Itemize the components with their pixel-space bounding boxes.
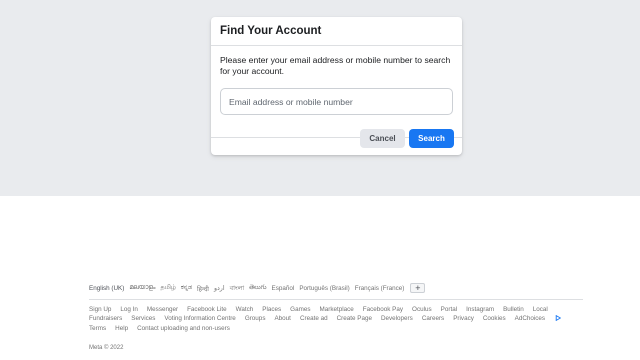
language-link[interactable]: English (UK) [89,285,124,292]
footer-divider [89,299,583,300]
language-link[interactable]: हिन्दी [197,284,209,293]
page-footer: English (UK) മലയാളം தமிழ் ಕನ್ನಡ हिन्दी ا… [89,281,583,351]
footer-link[interactable]: Messenger [147,305,178,314]
footer-link[interactable]: Local [533,305,548,314]
footer-link[interactable]: Create ad [300,314,328,323]
footer-link[interactable]: Groups [245,314,266,323]
language-list: English (UK) മലയാളം தமிழ் ಕನ್ನಡ हिन्दी ا… [89,281,583,295]
footer-link[interactable]: Fundraisers [89,314,122,323]
footer-link[interactable]: Instagram [466,305,494,314]
language-link[interactable]: Français (France) [355,285,405,292]
language-link[interactable]: ಕನ್ನಡ [181,284,192,292]
dialog-header: Find Your Account [211,17,462,46]
footer-link[interactable]: Privacy [453,314,474,323]
email-or-phone-input[interactable] [220,88,453,115]
language-link[interactable]: తెలుగు [249,284,266,293]
language-link[interactable]: Español [272,285,295,292]
footer-link[interactable]: Contact uploading and non-users [137,324,230,333]
footer-link[interactable]: Watch [236,305,254,314]
footer-link[interactable]: Oculus [412,305,432,314]
dialog-title: Find Your Account [220,25,322,37]
language-link[interactable]: தமிழ் [160,284,175,292]
dialog-instructions: Please enter your email address or mobil… [220,55,451,76]
language-link[interactable]: اردو [214,285,225,292]
footer-link[interactable]: Services [131,314,155,323]
adchoices-link[interactable]: AdChoices [514,314,562,323]
find-account-dialog: Find Your Account Please enter your emai… [211,17,462,155]
search-button[interactable]: Search [409,129,454,148]
footer-link[interactable]: Facebook Lite [187,305,227,314]
footer-link[interactable]: Help [115,324,128,333]
footer-link[interactable]: Voting Information Centre [164,314,235,323]
footer-link[interactable]: Developers [381,314,413,323]
footer-link[interactable]: About [274,314,290,323]
footer-link[interactable]: Places [262,305,281,314]
language-link[interactable]: বাংলা [230,283,245,294]
language-link[interactable]: മലയാളം [129,284,155,292]
footer-link[interactable]: Cookies [483,314,506,323]
footer-link[interactable]: Portal [441,305,457,314]
footer-link[interactable]: Bulletin [503,305,524,314]
footer-link[interactable]: Games [290,305,310,314]
footer-link[interactable]: Create Page [337,314,372,323]
footer-link[interactable]: Marketplace [319,305,353,314]
dialog-body: Please enter your email address or mobil… [211,46,462,138]
footer-link[interactable]: Facebook Pay [363,305,403,314]
adchoices-icon [555,315,562,322]
adchoices-label: AdChoices [514,315,546,323]
footer-link[interactable]: Terms [89,324,106,333]
footer-link[interactable]: Log In [120,305,138,314]
footer-links: Sign Up Log In Messenger Facebook Lite W… [89,305,583,333]
more-languages-button[interactable]: + [410,283,426,293]
copyright: Meta © 2022 [89,345,124,352]
cancel-button[interactable]: Cancel [360,129,405,148]
plus-icon: + [415,283,421,293]
footer-link[interactable]: Careers [422,314,444,323]
footer-link[interactable]: Sign Up [89,305,111,314]
language-link[interactable]: Português (Brasil) [299,285,349,292]
